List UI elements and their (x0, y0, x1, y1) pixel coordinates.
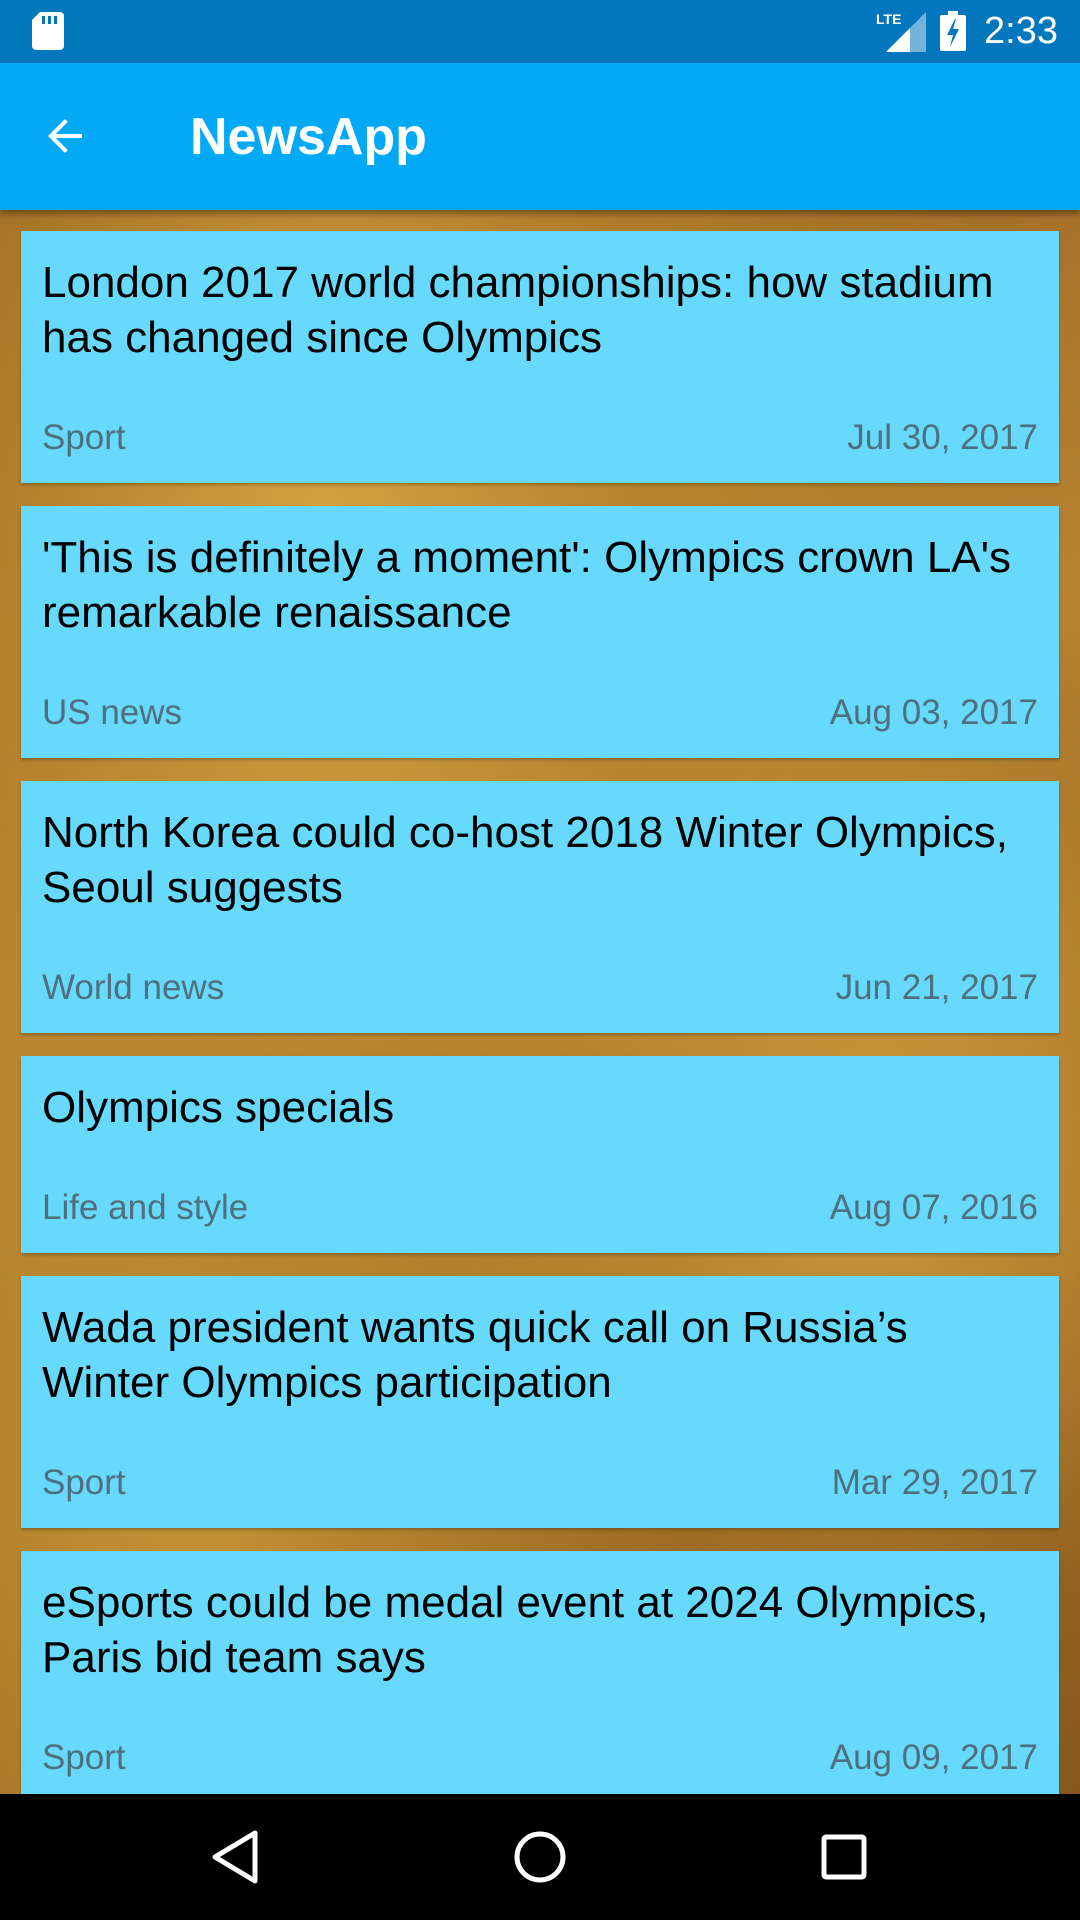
lte-signal-icon: LTE (876, 11, 926, 52)
news-card[interactable]: Olympics specials Life and style Aug 07,… (21, 1056, 1059, 1253)
nav-home-button[interactable] (510, 1827, 570, 1887)
status-time: 2:33 (984, 10, 1058, 52)
back-triangle-icon (212, 1830, 258, 1884)
news-title: Wada president wants quick call on Russi… (42, 1303, 908, 1407)
sd-card-icon (32, 12, 64, 50)
news-date: Aug 07, 2016 (829, 1188, 1038, 1227)
news-card[interactable]: Wada president wants quick call on Russi… (21, 1276, 1059, 1528)
news-section: Sport (42, 1463, 126, 1502)
news-section: Sport (42, 1738, 126, 1777)
screen: LTE 2:33 NewsApp London 2017 world champ… (0, 0, 1080, 1920)
news-section: Sport (42, 418, 126, 457)
navigation-bar (0, 1794, 1080, 1920)
news-section: Life and style (42, 1188, 249, 1227)
news-title: 'This is definitely a moment': Olympics … (42, 533, 1012, 637)
news-title: Olympics specials (42, 1083, 395, 1132)
news-card[interactable]: eSports could be medal event at 2024 Oly… (21, 1551, 1059, 1794)
news-content[interactable]: London 2017 world championships: how sta… (0, 210, 1080, 1794)
nav-back-button[interactable] (205, 1827, 265, 1887)
news-date: Mar 29, 2017 (831, 1463, 1038, 1502)
home-circle-icon (514, 1831, 566, 1883)
page-title: NewsApp (190, 108, 427, 166)
back-button[interactable] (30, 100, 102, 172)
battery-charging-icon (940, 11, 966, 51)
news-title: eSports could be medal event at 2024 Oly… (42, 1578, 989, 1682)
lte-label: LTE (876, 11, 901, 27)
news-card[interactable]: London 2017 world championships: how sta… (21, 231, 1059, 483)
recents-square-icon (821, 1834, 867, 1880)
status-bar: LTE 2:33 (0, 0, 1080, 63)
news-title: London 2017 world championships: how sta… (42, 258, 994, 362)
news-date: Jul 30, 2017 (847, 418, 1038, 457)
news-section: World news (42, 968, 225, 1007)
news-card[interactable]: North Korea could co-host 2018 Winter Ol… (21, 781, 1059, 1033)
news-card[interactable]: 'This is definitely a moment': Olympics … (21, 506, 1059, 758)
nav-recents-button[interactable] (814, 1827, 874, 1887)
news-date: Aug 03, 2017 (829, 693, 1038, 732)
news-section: US news (42, 693, 183, 732)
arrow-back-icon (48, 119, 82, 153)
app-bar: NewsApp (0, 63, 1080, 210)
news-date: Aug 09, 2017 (829, 1738, 1038, 1777)
news-date: Jun 21, 2017 (835, 968, 1038, 1007)
news-title: North Korea could co-host 2018 Winter Ol… (42, 808, 1008, 912)
